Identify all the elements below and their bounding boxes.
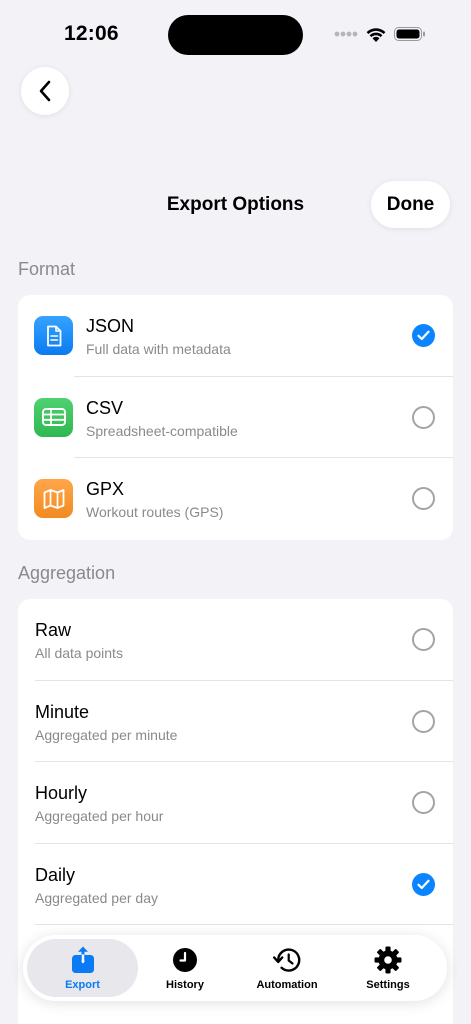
raw-radio[interactable] <box>412 628 435 651</box>
clock-icon <box>172 946 198 974</box>
export-icon <box>71 946 95 974</box>
format-card: JSON Full data with metadata CSV Spreads… <box>18 295 453 540</box>
aggregation-option-hourly[interactable]: Hourly Aggregated per hour <box>18 762 453 844</box>
tab-export-label: Export <box>65 979 100 991</box>
done-button[interactable]: Done <box>371 181 450 228</box>
json-checkmark-selected[interactable] <box>412 324 435 347</box>
format-option-text: JSON Full data with metadata <box>86 315 231 358</box>
format-option-text: CSV Spreadsheet-compatible <box>86 397 238 440</box>
format-option-subtitle: Spreadsheet-compatible <box>86 422 238 439</box>
format-option-text: GPX Workout routes (GPS) <box>86 478 223 521</box>
gear-icon <box>374 946 402 974</box>
checkmark-icon <box>417 330 430 341</box>
status-bar: 12:06 <box>0 0 471 70</box>
aggregation-option-subtitle: Aggregated per day <box>35 889 158 906</box>
aggregation-option-title: Hourly <box>35 783 88 803</box>
map-icon <box>34 479 73 518</box>
format-option-gpx[interactable]: GPX Workout routes (GPS) <box>18 458 453 540</box>
aggregation-option-text: Minute Aggregated per minute <box>35 701 177 744</box>
csv-radio[interactable] <box>412 405 435 429</box>
tab-history-label: History <box>166 979 204 991</box>
format-option-subtitle: Workout routes (GPS) <box>86 504 224 520</box>
daily-checkmark-selected[interactable] <box>412 872 435 896</box>
aggregation-option-title: Daily <box>35 864 76 885</box>
format-option-title: GPX <box>86 479 125 499</box>
back-button[interactable] <box>21 67 69 115</box>
signal-dots-icon <box>334 31 358 37</box>
tab-export[interactable]: Export <box>27 935 138 1001</box>
aggregation-option-subtitle: Aggregated per minute <box>35 726 178 743</box>
minute-radio[interactable] <box>412 709 435 733</box>
aggregation-option-minute[interactable]: Minute Aggregated per minute <box>18 681 453 762</box>
aggregation-option-text: Daily Aggregated per day <box>35 864 158 907</box>
tab-settings-label: Settings <box>366 979 410 991</box>
dynamic-island <box>168 15 303 55</box>
checkmark-icon <box>417 879 430 889</box>
table-icon <box>34 397 73 437</box>
format-section-header: Format <box>18 259 76 279</box>
tab-bar: Export History Automation Settings <box>23 935 447 1001</box>
aggregation-option-title: Minute <box>35 701 90 722</box>
format-option-subtitle: Full data with metadata <box>86 341 231 357</box>
history-arrow-icon <box>273 946 301 974</box>
document-icon <box>34 316 73 355</box>
battery-icon <box>394 27 425 41</box>
tab-automation-label: Automation <box>256 979 318 991</box>
format-option-csv[interactable]: CSV Spreadsheet-compatible <box>18 377 453 458</box>
chevron-left-icon <box>39 80 51 102</box>
tab-settings[interactable]: Settings <box>336 935 440 1001</box>
aggregation-option-daily[interactable]: Daily Aggregated per day <box>18 844 453 925</box>
tab-history[interactable]: History <box>133 935 237 1001</box>
gpx-radio[interactable] <box>412 487 435 510</box>
divider <box>35 924 453 925</box>
aggregation-option-title: Raw <box>35 620 72 640</box>
tab-automation[interactable]: Automation <box>235 935 339 1001</box>
aggregation-option-raw[interactable]: Raw All data points <box>18 599 453 681</box>
hourly-radio[interactable] <box>412 791 435 814</box>
aggregation-option-text: Raw All data points <box>35 619 123 662</box>
status-icons <box>334 24 426 44</box>
format-option-json[interactable]: JSON Full data with metadata <box>18 295 453 377</box>
status-time: 12:06 <box>64 22 119 45</box>
wifi-icon <box>366 28 386 42</box>
format-option-title: CSV <box>86 397 124 418</box>
aggregation-option-subtitle: Aggregated per hour <box>35 808 164 824</box>
aggregation-section-header: Aggregation <box>18 563 116 583</box>
aggregation-option-text: Hourly Aggregated per hour <box>35 782 163 825</box>
format-option-title: JSON <box>86 316 135 336</box>
aggregation-option-subtitle: All data points <box>35 645 123 661</box>
